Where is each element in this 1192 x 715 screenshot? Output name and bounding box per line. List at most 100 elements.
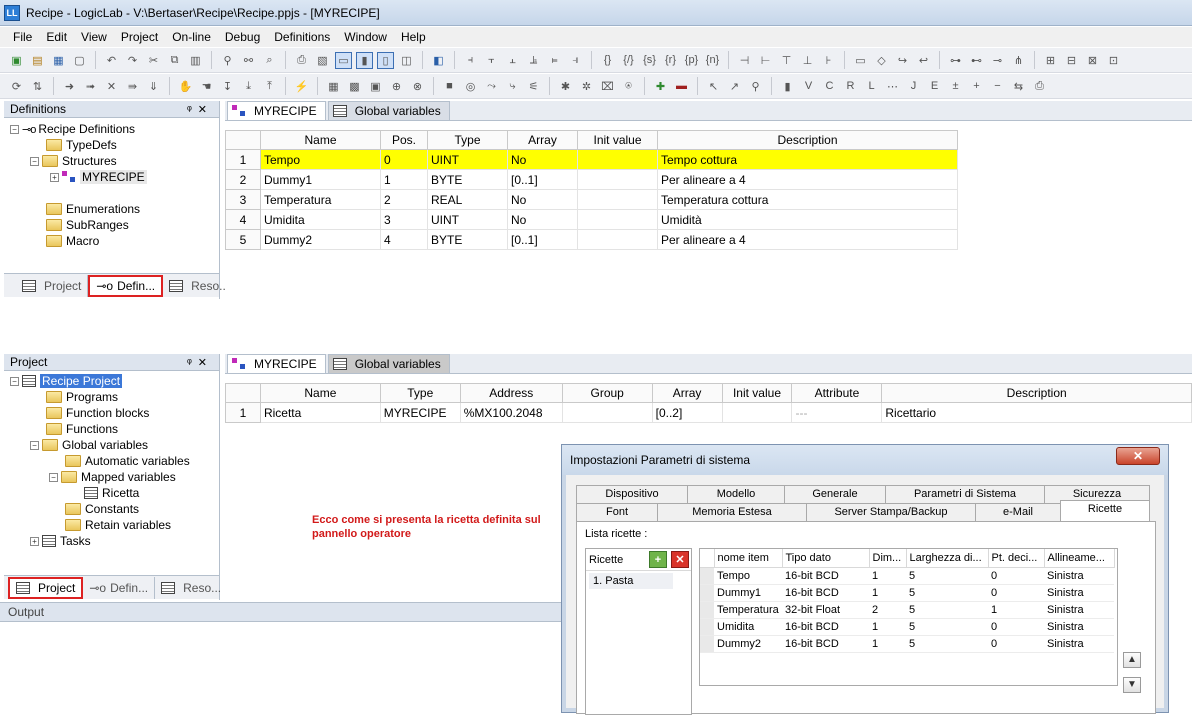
series-icon[interactable]: {s} xyxy=(641,52,658,69)
coil-set-icon[interactable]: ⫢ xyxy=(546,52,563,69)
en-eno-icon[interactable]: E xyxy=(926,78,943,95)
table-cell[interactable]: Sinistra xyxy=(1044,618,1114,636)
table-row[interactable]: Temperatura 32-bit Float 2 5 1 Sinistra xyxy=(700,601,1114,619)
table-cell[interactable]: 5 xyxy=(906,635,988,653)
parallel-branch-icon[interactable]: {/} xyxy=(620,52,637,69)
table-row[interactable]: 3 Temperatura 2 REAL No Temperatura cottura xyxy=(225,189,958,210)
table-cell[interactable]: 32-bit Float xyxy=(782,601,869,619)
table-cell[interactable]: 0 xyxy=(988,584,1044,602)
dialog-tab[interactable]: Dispositivo xyxy=(576,485,688,503)
print-code-icon[interactable]: ⎙ xyxy=(1031,78,1048,95)
stop-build-icon[interactable]: ✕ xyxy=(103,78,120,95)
table-cell[interactable]: 5 xyxy=(906,618,988,636)
hand-icon[interactable]: ✋ xyxy=(177,78,194,95)
debug-hand-icon[interactable]: ☚ xyxy=(198,78,215,95)
fbd-branch-icon[interactable]: ⋔ xyxy=(1010,52,1027,69)
table-cell[interactable]: BYTE xyxy=(427,169,508,190)
parallel-icon[interactable]: {} xyxy=(599,52,616,69)
collapse-icon[interactable]: − xyxy=(10,376,19,386)
generate-icon[interactable]: ⇛ xyxy=(124,78,141,95)
table-cell[interactable]: 16-bit BCD xyxy=(782,618,869,636)
new-project-icon[interactable]: ▣ xyxy=(8,52,25,69)
remove-object-icon[interactable]: ▬ xyxy=(673,78,690,95)
print-icon[interactable]: ⎙ xyxy=(293,52,310,69)
cut-icon[interactable]: ✂ xyxy=(145,52,162,69)
pin-icon[interactable]: ᵠ xyxy=(187,357,198,369)
rung-above-icon[interactable]: ⊢ xyxy=(757,52,774,69)
table-row[interactable]: Dummy2 16-bit BCD 1 5 0 Sinistra xyxy=(700,635,1114,653)
find-icon[interactable]: ⚲ xyxy=(219,52,236,69)
properties-icon[interactable]: ◧ xyxy=(430,52,447,69)
table-cell[interactable]: UINT xyxy=(427,209,508,230)
column-header[interactable]: Pt. deci... xyxy=(988,549,1045,568)
row-number[interactable]: 2 xyxy=(225,169,261,190)
row-header[interactable] xyxy=(700,635,714,653)
table-cell[interactable]: Dummy1 xyxy=(260,169,381,190)
il-block-icon[interactable]: ▮ xyxy=(779,78,796,95)
table-cell[interactable]: Per alineare a 4 xyxy=(657,229,958,250)
table-cell[interactable] xyxy=(561,402,653,423)
table-cell[interactable]: Umidità xyxy=(657,209,958,230)
tab-global-variables[interactable]: Global variables xyxy=(327,101,450,120)
tree-tasks[interactable]: Tasks xyxy=(60,534,91,548)
oscilloscope-icon[interactable]: ⍟ xyxy=(620,78,637,95)
menu-debug[interactable]: Debug xyxy=(218,30,267,44)
column-header[interactable]: Description xyxy=(657,130,958,150)
table-cell[interactable]: Tempo xyxy=(714,567,782,585)
column-header[interactable] xyxy=(225,130,261,150)
fbd-in-icon[interactable]: ⊶ xyxy=(947,52,964,69)
row-header[interactable] xyxy=(700,584,714,602)
tab-myrecipe[interactable]: MYRECIPE xyxy=(227,101,326,120)
table-cell[interactable]: 3 xyxy=(380,209,428,230)
column-header[interactable]: Name xyxy=(259,383,381,403)
insert-jump-icon[interactable]: ⤳ xyxy=(483,78,500,95)
watch-window-icon[interactable]: ⌧ xyxy=(599,78,616,95)
table-cell[interactable]: %MX100.2048 xyxy=(459,402,563,423)
contact-nc-icon[interactable]: ⫟ xyxy=(483,52,500,69)
table-cell[interactable]: 4 xyxy=(380,229,428,250)
table-cell[interactable]: Sinistra xyxy=(1044,584,1114,602)
breakpoint-icon[interactable]: ✱ xyxy=(557,78,574,95)
column-header[interactable]: Type xyxy=(427,130,508,150)
table-cell[interactable]: MYRECIPE xyxy=(379,402,461,423)
table-cell[interactable]: 16-bit BCD xyxy=(782,635,869,653)
library-icon[interactable]: ▮ xyxy=(356,51,373,69)
sfc-jump-icon[interactable]: ⊠ xyxy=(1084,52,1101,69)
table-cell[interactable]: 1 xyxy=(380,169,428,190)
row-number[interactable]: 1 xyxy=(225,402,261,423)
table-cell[interactable]: 0 xyxy=(988,618,1044,636)
column-header[interactable]: Allineame... xyxy=(1044,549,1115,568)
compile-icon[interactable]: ➜ xyxy=(61,78,78,95)
var-icon[interactable]: V xyxy=(800,78,817,95)
tree-retain-variables[interactable]: Retain variables xyxy=(85,518,171,532)
return-icon[interactable]: ↩ xyxy=(915,52,932,69)
close-icon[interactable]: ✕ xyxy=(198,357,213,369)
block-right-icon[interactable]: ⊦ xyxy=(820,52,837,69)
ret-icon[interactable]: R xyxy=(842,78,859,95)
find-in-project-icon[interactable]: ⌕ xyxy=(261,52,278,69)
dialog-tab[interactable]: Font xyxy=(576,503,658,521)
undo-icon[interactable]: ↶ xyxy=(103,52,120,69)
tree-function-blocks[interactable]: Function blocks xyxy=(66,406,149,420)
tree-subranges[interactable]: SubRanges xyxy=(66,218,129,232)
table-watch-icon[interactable]: ▣ xyxy=(367,78,384,95)
insert-connector-icon[interactable]: ⚟ xyxy=(525,78,542,95)
table-cell[interactable]: Sinistra xyxy=(1044,601,1114,619)
dialog-close-button[interactable]: ✕ xyxy=(1116,447,1160,465)
collapse-icon[interactable]: − xyxy=(30,156,39,166)
tree-programs[interactable]: Programs xyxy=(66,390,118,404)
table-cell[interactable]: 5 xyxy=(906,567,988,585)
table-cell[interactable]: Ricetta xyxy=(259,402,381,423)
build-icon[interactable]: ➟ xyxy=(82,78,99,95)
upload-icon[interactable]: ⤒ xyxy=(261,78,278,95)
fbd-connector-icon[interactable]: ⊸ xyxy=(989,52,1006,69)
download-icon[interactable]: ⇓ xyxy=(145,78,162,95)
tab-project[interactable]: Project xyxy=(16,275,89,297)
table-cell[interactable]: Temperatura cottura xyxy=(657,189,958,210)
menu-definitions[interactable]: Definitions xyxy=(267,30,337,44)
table-cell[interactable]: Dummy2 xyxy=(260,229,381,250)
remove-input-icon[interactable]: − xyxy=(989,78,1006,95)
column-header[interactable]: nome item xyxy=(714,549,783,568)
dialog-tab[interactable]: Modello xyxy=(687,485,785,503)
column-header[interactable]: Init value xyxy=(577,130,658,150)
